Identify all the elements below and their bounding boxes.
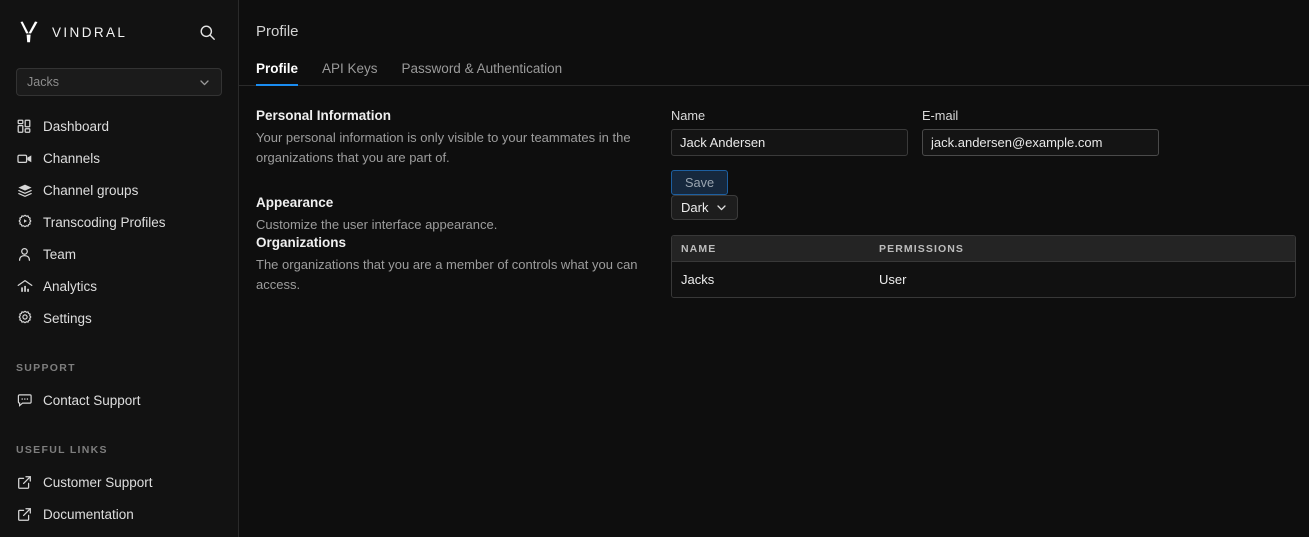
name-input[interactable]: [671, 129, 908, 156]
sidebar-section-support-title: SUPPORT: [16, 362, 76, 374]
tab-label: Password & Authentication: [401, 61, 563, 76]
table-header-row: NAME PERMISSIONS: [672, 236, 1295, 262]
appearance-title: Appearance: [256, 195, 334, 210]
chevron-down-icon: [715, 201, 728, 214]
organizations-table-column: NAME PERMISSIONS Jacks User: [671, 235, 1296, 298]
personal-information-form: Name E-mail Save: [671, 108, 1296, 195]
sidebar-item-settings[interactable]: Settings: [0, 302, 238, 334]
sidebar-item-channel-groups[interactable]: Channel groups: [0, 174, 238, 206]
organization-switcher[interactable]: Jacks: [16, 68, 222, 96]
sidebar-item-documentation[interactable]: Documentation: [0, 498, 238, 530]
organization-switcher-value: Jacks: [27, 75, 59, 89]
layers-stack-icon: [16, 182, 33, 199]
sidebar-item-label: Channel groups: [43, 182, 139, 198]
personal-information-description-column: Personal Information Your personal infor…: [256, 108, 671, 168]
external-link-icon: [16, 506, 33, 523]
sidebar-item-customer-support[interactable]: Customer Support: [0, 466, 238, 498]
sidebar-section-useful-links-title: USEFUL LINKS: [16, 444, 108, 456]
personal-information-title: Personal Information: [256, 108, 392, 123]
sidebar-item-label: Contact Support: [43, 392, 141, 408]
sidebar-item-analytics[interactable]: Analytics: [0, 270, 238, 302]
name-field-group: Name: [671, 108, 908, 156]
tab-bar: Profile API Keys Password & Authenticati…: [239, 55, 1309, 86]
bar-chart-icon: [16, 278, 33, 295]
appearance-description-column: Appearance Customize the user interface …: [256, 195, 671, 235]
sidebar: VINDRAL Jacks Dashboard Channels Channel…: [0, 0, 239, 537]
save-button[interactable]: Save: [671, 170, 729, 195]
cell-organization-permissions: User: [879, 272, 907, 287]
email-input[interactable]: [922, 129, 1159, 156]
chevron-down-icon: [198, 76, 211, 89]
primary-navigation: Dashboard Channels Channel groups Transc…: [0, 110, 238, 334]
sidebar-item-dashboard[interactable]: Dashboard: [0, 110, 238, 142]
external-link-icon: [16, 474, 33, 491]
section-appearance: Appearance Customize the user interface …: [256, 195, 1296, 235]
theme-select-value: Dark: [681, 200, 709, 215]
video-camera-icon: [16, 150, 33, 167]
theme-select[interactable]: Dark: [671, 195, 739, 220]
appearance-control-column: Dark: [671, 195, 1296, 220]
cell-organization-name: Jacks: [681, 272, 715, 287]
gear-play-icon: [16, 214, 33, 231]
section-organizations: Organizations The organizations that you…: [256, 235, 1296, 298]
tab-api-keys[interactable]: API Keys: [310, 61, 390, 85]
dashboard-grid-icon: [16, 118, 33, 135]
search-icon[interactable]: [194, 19, 220, 45]
column-header-permissions: PERMISSIONS: [879, 242, 965, 255]
app-root: VINDRAL Jacks Dashboard Channels Channel…: [0, 0, 1309, 537]
section-personal-information: Personal Information Your personal infor…: [256, 108, 1296, 195]
tab-label: Profile: [256, 61, 299, 76]
vindral-v-logo: [18, 20, 40, 44]
sidebar-item-label: Channels: [43, 150, 101, 166]
sidebar-item-label: Transcoding Profiles: [43, 214, 166, 230]
email-field-group: E-mail: [922, 108, 1159, 156]
sidebar-item-label: Documentation: [43, 506, 134, 522]
tab-password-authentication[interactable]: Password & Authentication: [390, 61, 575, 85]
tab-profile[interactable]: Profile: [256, 61, 310, 86]
organizations-table: NAME PERMISSIONS Jacks User: [671, 235, 1296, 298]
sidebar-item-transcoding-profiles[interactable]: Transcoding Profiles: [0, 206, 238, 238]
sidebar-item-label: Team: [43, 246, 77, 262]
tab-label: API Keys: [322, 61, 378, 76]
main-content: Profile Profile API Keys Password & Auth…: [239, 0, 1309, 537]
appearance-description: Customize the user interface appearance.: [256, 217, 498, 232]
sidebar-item-channels[interactable]: Channels: [0, 142, 238, 174]
brand-name: VINDRAL: [52, 24, 128, 40]
name-field-label: Name: [671, 108, 706, 123]
sidebar-item-contact-support[interactable]: Contact Support: [0, 384, 238, 416]
organizations-description-column: Organizations The organizations that you…: [256, 235, 671, 295]
sidebar-item-label: Settings: [43, 310, 92, 326]
email-field-label: E-mail: [922, 108, 959, 123]
person-icon: [16, 246, 33, 263]
column-header-name: NAME: [681, 242, 717, 255]
brand-header: VINDRAL: [0, 0, 238, 64]
page-title: Profile: [256, 23, 299, 40]
gear-icon: [16, 310, 33, 327]
organizations-title: Organizations: [256, 235, 347, 250]
personal-information-description: Your personal information is only visibl…: [256, 130, 631, 165]
sidebar-item-label: Analytics: [43, 278, 98, 294]
profile-panel: Personal Information Your personal infor…: [239, 86, 1309, 298]
sidebar-item-label: Dashboard: [43, 118, 110, 134]
table-row[interactable]: Jacks User: [672, 262, 1295, 297]
sidebar-item-label: Customer Support: [43, 474, 153, 490]
sidebar-item-team[interactable]: Team: [0, 238, 238, 270]
chat-bubble-icon: [16, 392, 33, 409]
organizations-description: The organizations that you are a member …: [256, 257, 638, 292]
